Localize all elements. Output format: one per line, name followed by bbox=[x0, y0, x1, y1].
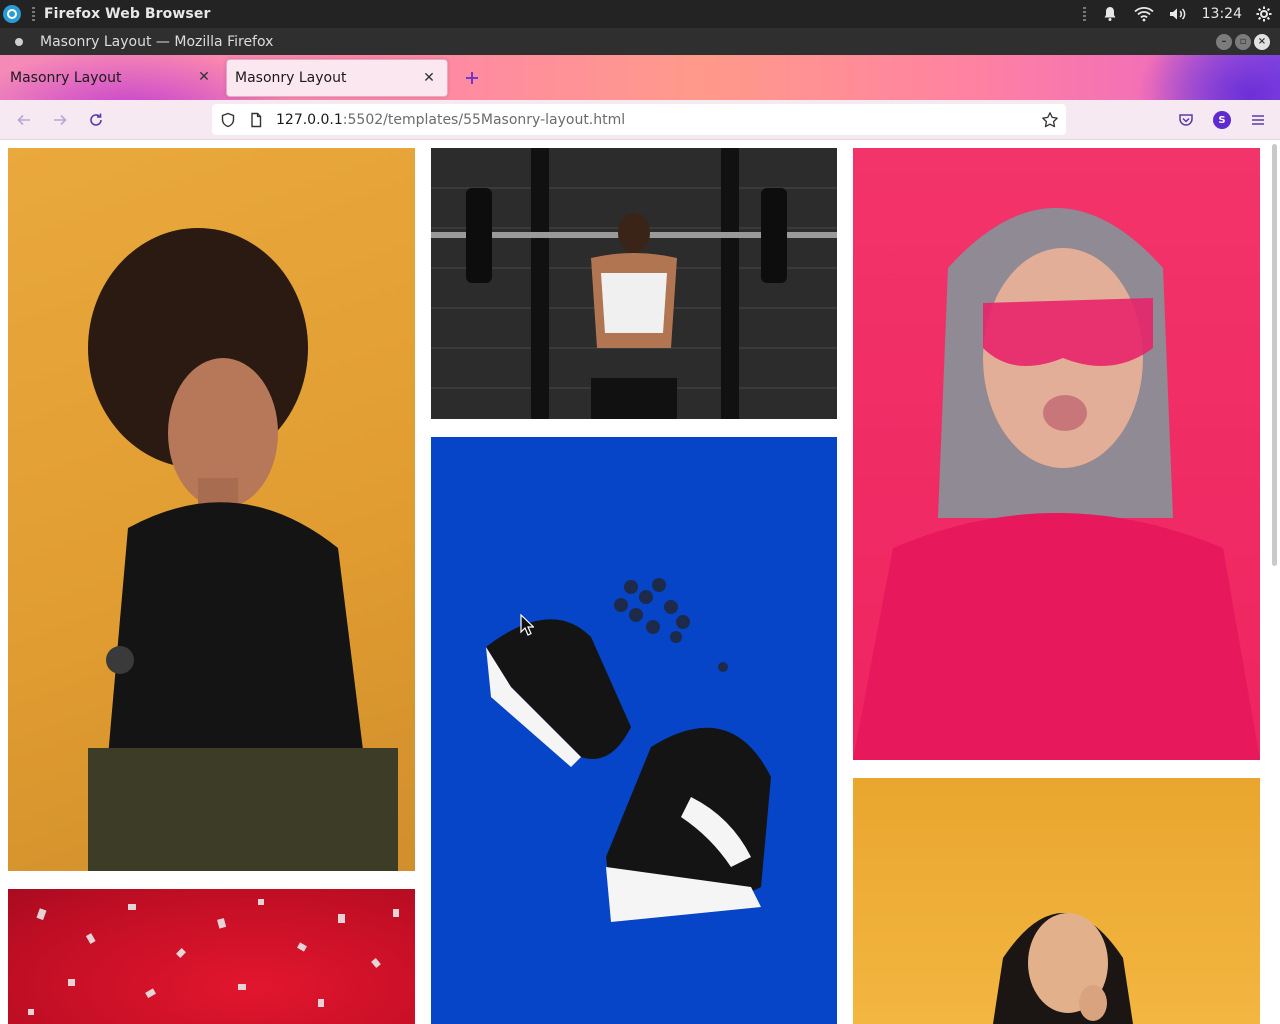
tab-label: Masonry Layout bbox=[235, 69, 347, 86]
avatar: S bbox=[1213, 111, 1231, 129]
hamburger-menu-icon[interactable] bbox=[1246, 108, 1270, 132]
tab-close-icon[interactable]: ✕ bbox=[196, 69, 212, 85]
pocket-icon[interactable] bbox=[1174, 108, 1198, 132]
tab-masonry-layout-1[interactable]: Masonry Layout ✕ bbox=[0, 59, 222, 97]
reload-icon[interactable] bbox=[84, 108, 108, 132]
minimize-button[interactable]: – bbox=[1216, 33, 1232, 50]
panel-separator bbox=[32, 7, 35, 21]
smiling-woman-yellow-photo bbox=[853, 778, 1260, 1024]
page-info-icon[interactable] bbox=[244, 108, 268, 132]
page-scrollbar[interactable] bbox=[1268, 140, 1280, 1024]
ubuntu-logo-icon[interactable] bbox=[3, 5, 21, 23]
window-controls: – ▫ × bbox=[1213, 33, 1270, 50]
navigation-toolbar: 127.0.0.1:5502/templates/55Masonry-layou… bbox=[0, 100, 1280, 140]
bookmark-star-icon[interactable] bbox=[1038, 108, 1062, 132]
account-avatar-button[interactable]: S bbox=[1210, 108, 1234, 132]
window-titlebar: Masonry Layout — Mozilla Firefox – ▫ × bbox=[0, 28, 1280, 55]
woman-curly-hair-orange-photo bbox=[8, 148, 415, 871]
active-app-name[interactable]: Firefox Web Browser bbox=[44, 6, 210, 22]
toolbar-right-icons: S bbox=[1174, 108, 1270, 132]
clock[interactable]: 13:24 bbox=[1202, 6, 1242, 22]
url-host: 127.0.0.1 bbox=[276, 111, 343, 128]
window-title: Masonry Layout — Mozilla Firefox bbox=[40, 33, 274, 50]
notification-bell-icon[interactable] bbox=[1100, 4, 1120, 24]
forward-arrow-icon[interactable] bbox=[48, 108, 72, 132]
page-content bbox=[0, 140, 1280, 1024]
back-arrow-icon[interactable] bbox=[12, 108, 36, 132]
new-tab-plus-icon[interactable] bbox=[462, 68, 482, 88]
wifi-icon[interactable] bbox=[1134, 4, 1154, 24]
tab-label: Masonry Layout bbox=[10, 69, 122, 86]
tab-close-icon[interactable]: ✕ bbox=[421, 70, 437, 86]
confetti-red-photo bbox=[8, 889, 415, 1024]
system-settings-gear-icon[interactable] bbox=[1254, 4, 1274, 24]
maximize-button[interactable]: ▫ bbox=[1235, 33, 1251, 50]
system-top-panel: Firefox Web Browser 13:24 bbox=[0, 0, 1280, 28]
volume-icon[interactable] bbox=[1168, 4, 1188, 24]
url-text[interactable]: 127.0.0.1:5502/templates/55Masonry-layou… bbox=[276, 112, 625, 128]
tab-masonry-layout-2[interactable]: Masonry Layout ✕ bbox=[226, 58, 448, 97]
system-tray: 13:24 bbox=[1082, 0, 1280, 28]
tab-strip: Masonry Layout ✕ Masonry Layout ✕ bbox=[0, 55, 1280, 100]
sneakers-blueberries-photo bbox=[431, 437, 837, 1024]
mouse-pointer-icon bbox=[520, 613, 535, 640]
close-window-button[interactable]: × bbox=[1254, 33, 1270, 50]
url-path: :5502/templates/55Masonry-layout.html bbox=[342, 111, 626, 128]
weightlifting-woman-photo bbox=[431, 148, 837, 419]
tracking-protection-shield-icon[interactable] bbox=[216, 108, 240, 132]
woman-pink-glasses-photo bbox=[853, 148, 1260, 760]
url-bar[interactable]: 127.0.0.1:5502/templates/55Masonry-layou… bbox=[212, 104, 1066, 135]
window-menu-dot-icon[interactable] bbox=[15, 37, 23, 46]
scrollbar-thumb[interactable] bbox=[1272, 144, 1277, 566]
tray-separator bbox=[1082, 7, 1086, 21]
